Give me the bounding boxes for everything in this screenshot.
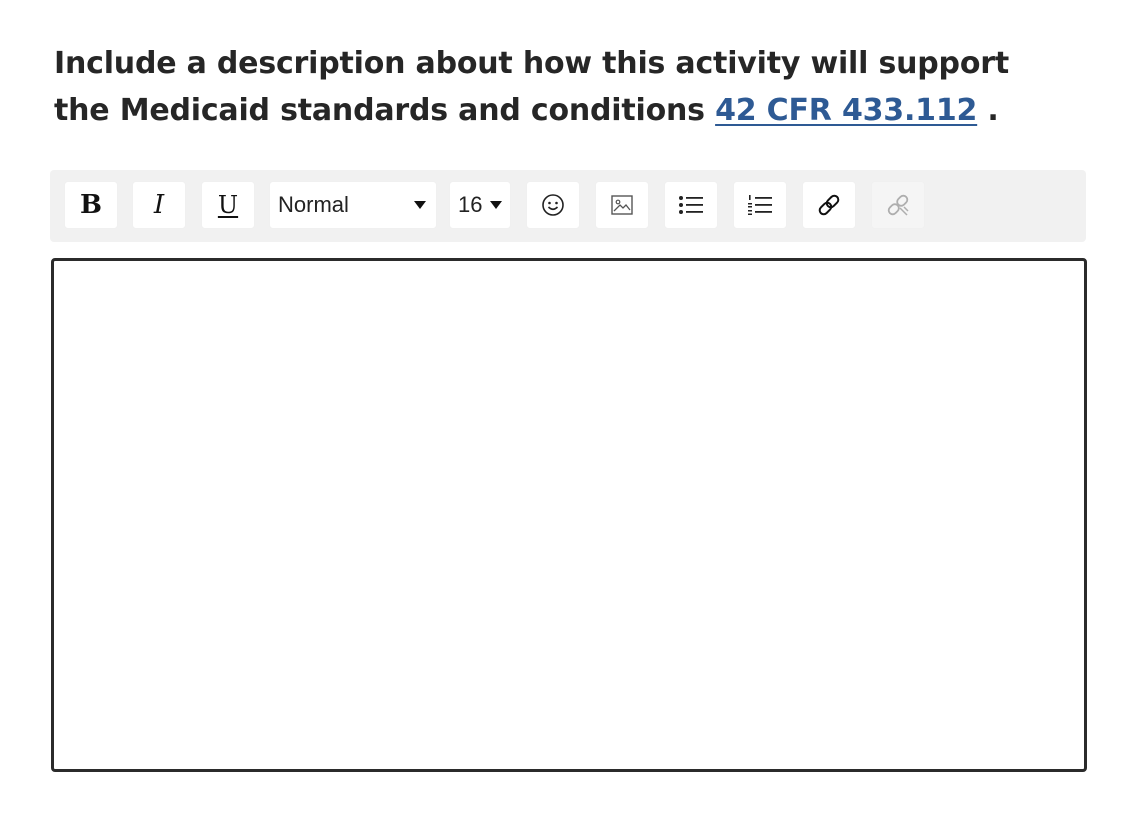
unlink-icon [887,194,909,216]
font-size-dropdown[interactable]: 16 [449,181,511,229]
unordered-list-icon [679,196,703,214]
italic-icon: I [153,190,165,220]
rich-text-field: Include a description about how this act… [0,0,1144,822]
chevron-down-icon [490,201,502,209]
chevron-down-icon [414,201,426,209]
image-button[interactable] [595,181,649,229]
link-icon [818,194,840,216]
regulation-link[interactable]: 42 CFR 433.112 [715,93,977,128]
ordered-list-button[interactable] [733,181,787,229]
field-label-line-2: the Medicaid standards and conditions 42… [54,87,1094,134]
link-button[interactable] [802,181,856,229]
bold-icon: B [80,190,102,220]
editor-toolbar: B I U Normal 16 [50,170,1086,242]
underline-button[interactable]: U [201,181,255,229]
description-editor[interactable] [51,258,1087,772]
block-type-dropdown[interactable]: Normal [269,181,437,229]
field-label-line-2-text: the Medicaid standards and conditions [54,93,716,128]
unordered-list-button[interactable] [664,181,718,229]
field-label-line-1: Include a description about how this act… [54,46,1009,81]
field-label: Include a description about how this act… [54,40,1094,134]
underline-icon: U [217,191,239,219]
emoji-button[interactable] [526,181,580,229]
field-label-suffix: . [977,93,999,128]
unlink-button[interactable] [871,181,925,229]
italic-button[interactable]: I [132,181,186,229]
block-type-value: Normal [278,192,349,217]
bold-button[interactable]: B [64,181,118,229]
emoji-icon [542,194,564,216]
font-size-value: 16 [458,192,483,217]
image-icon [611,195,633,215]
ordered-list-icon [748,195,772,215]
